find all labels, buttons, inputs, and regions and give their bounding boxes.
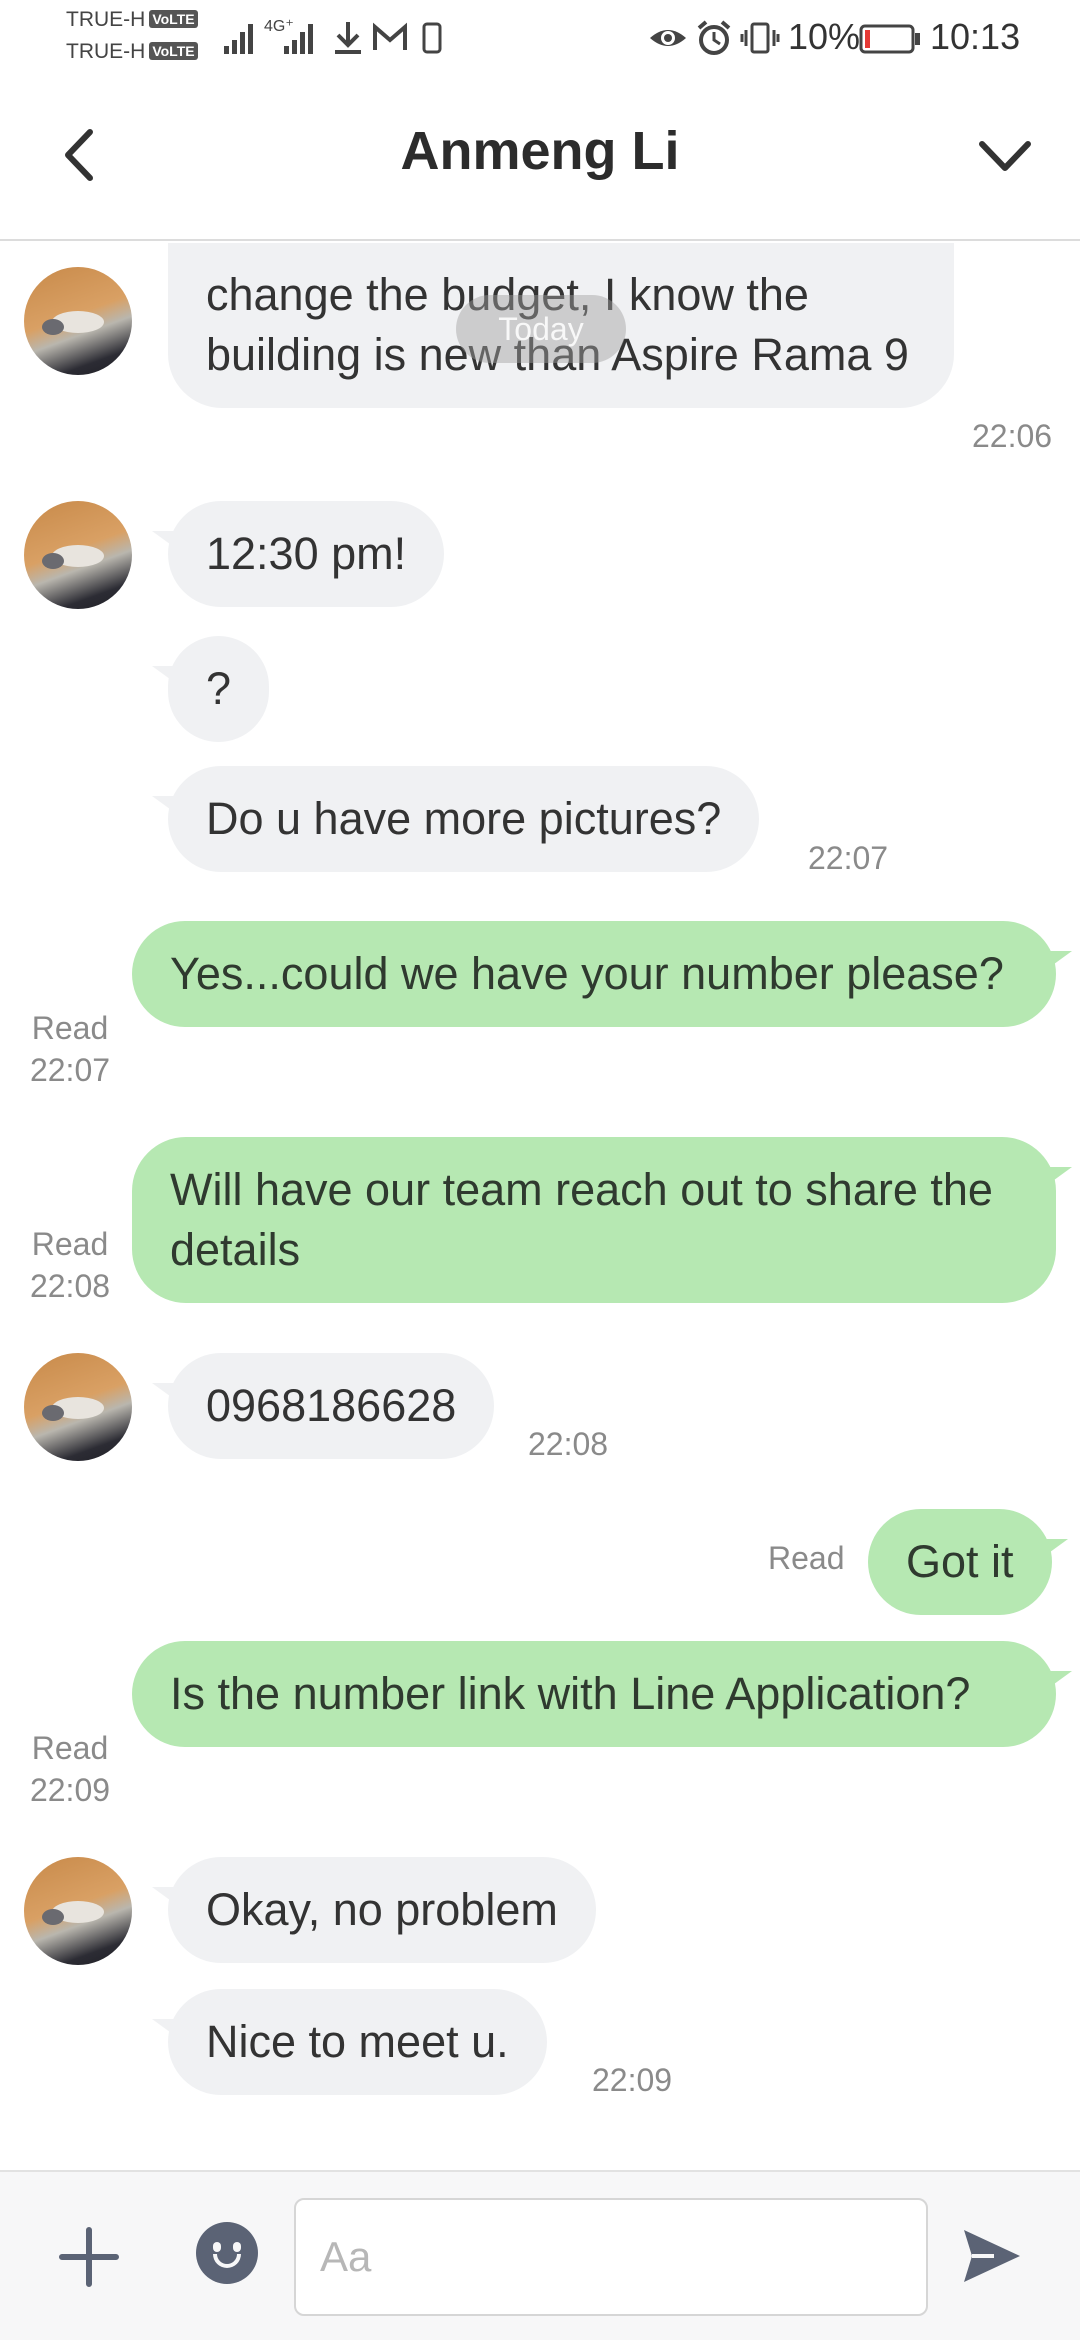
message-time: 22:09 [592,2062,673,2098]
message-input[interactable] [294,2198,928,2316]
message-time: 22:06 [972,418,1053,454]
eye-icon [650,30,686,46]
status-bar: TRUE-H VoLTE TRUE-H VoLTE 4G⁺ 10% 10:13 [0,0,1080,76]
contact-avatar[interactable] [24,267,132,375]
emoji-icon[interactable] [196,2222,258,2284]
message-bubble-outgoing[interactable]: Is the number link with Line Application… [132,1641,1072,1747]
volte-badge-2: VoLTE [149,42,198,60]
carrier-label-2: TRUE-H VoLTE [66,40,198,64]
contact-avatar[interactable] [24,501,132,609]
clock: 10:13 [930,16,1021,57]
message-time: 22:09 [29,1772,111,1808]
send-icon[interactable] [960,2224,1024,2288]
message-list[interactable]: change the budget, I know the building i… [0,243,1080,2170]
download-icon [335,22,361,54]
phone-icon [422,22,442,54]
chat-header: Anmeng Li [0,76,1080,241]
message-bubble-incoming[interactable]: Nice to meet u. [152,1989,547,2095]
contact-avatar[interactable] [24,1353,132,1461]
gmail-icon [373,22,407,50]
read-label: Read [768,1540,845,1576]
read-label: Read [31,1226,109,1262]
message-bubble-incoming[interactable]: ? [151,636,270,742]
read-label: Read [31,1730,109,1766]
volte-badge: VoLTE [149,10,198,28]
message-time: 22:07 [808,840,889,876]
message-bubble-incoming[interactable]: Okay, no problem [152,1857,596,1963]
signal-icon [224,24,253,54]
message-read-status: Read 22:08 [22,1223,118,1307]
chevron-down-icon[interactable] [970,126,1040,186]
battery-percent: 10% [788,16,861,57]
signal-2-icon [284,24,313,54]
message-time: 22:08 [29,1268,111,1304]
carrier-2-name: TRUE-H [66,40,146,63]
contact-name-title[interactable]: Anmeng Li [0,120,1080,182]
vibrate-icon [740,22,780,54]
read-label: Read [31,1010,109,1046]
carrier-label-1: TRUE-H VoLTE [66,8,198,32]
message-bubble-outgoing[interactable]: Will have our team reach out to share th… [132,1137,1072,1303]
message-bubble-incoming[interactable]: 12:30 pm! [151,501,445,607]
message-read-status: Read 22:07 [22,1007,118,1091]
message-bubble-outgoing[interactable]: Yes...could we have your number please? [132,921,1072,1027]
message-time: 22:07 [29,1052,111,1088]
plus-icon[interactable] [54,2222,124,2292]
alarm-icon [697,20,731,55]
message-bubble-incoming[interactable]: 0968186628 [151,1353,495,1459]
message-time: 22:08 [528,1426,609,1462]
contact-avatar[interactable] [24,1857,132,1965]
date-separator: Today [456,295,626,363]
message-read-status: Read 22:09 [22,1727,118,1811]
battery-icon [859,24,920,54]
carrier-1-name: TRUE-H [66,8,146,31]
message-bubble-outgoing[interactable]: Got it [868,1509,1068,1615]
message-bubble-incoming[interactable]: Do u have more pictures? [151,766,760,872]
message-composer [0,2170,1080,2340]
